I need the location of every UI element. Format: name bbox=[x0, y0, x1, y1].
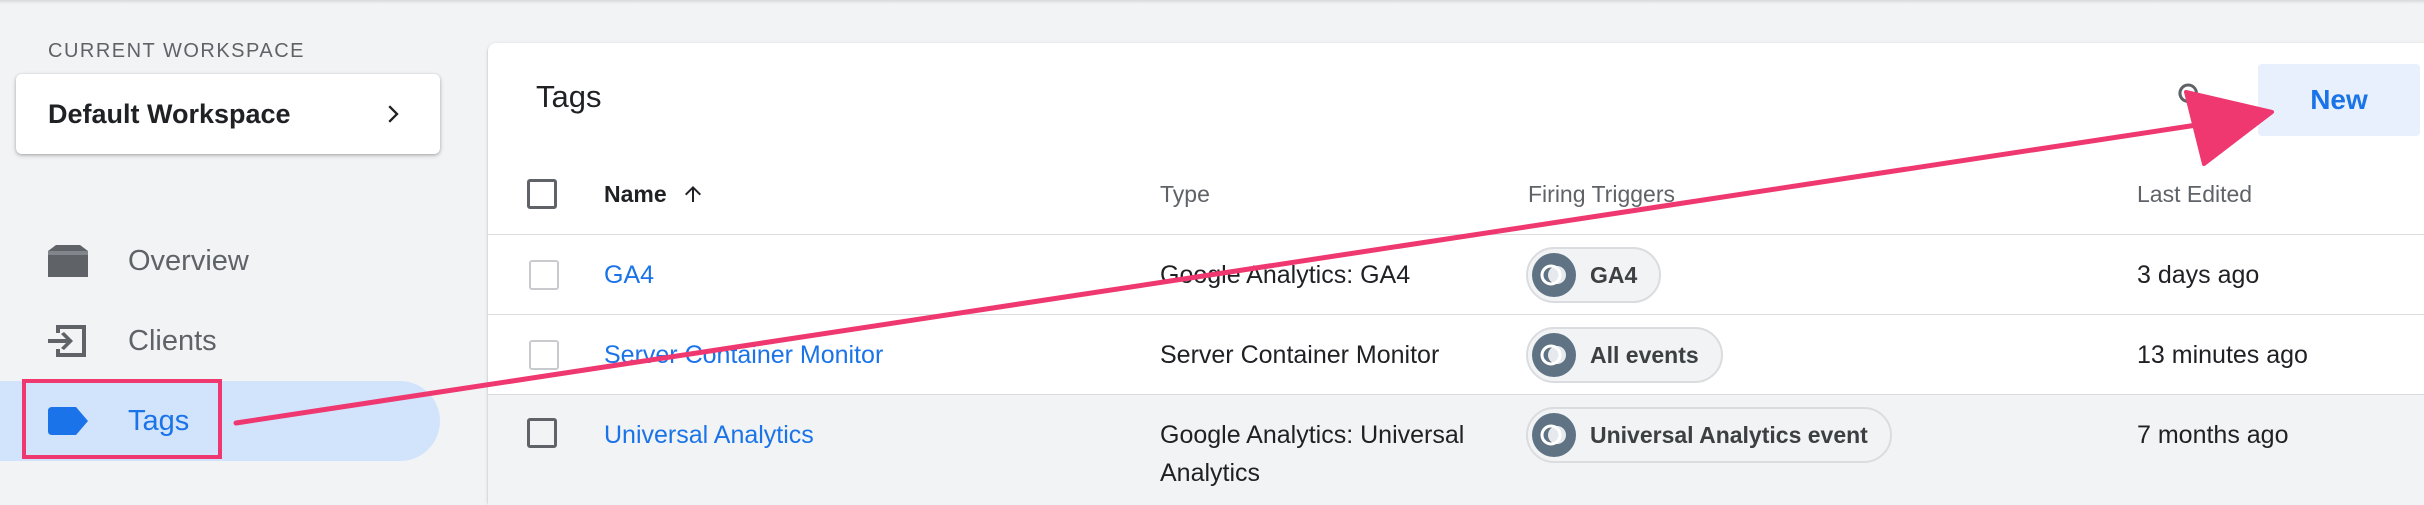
new-button[interactable]: New bbox=[2258, 64, 2420, 136]
tag-type-line1: Google Analytics: Universal bbox=[1160, 421, 1465, 449]
tags-panel: Tags New Name Type Firing Triggers Last … bbox=[488, 43, 2424, 505]
top-shadow bbox=[0, 0, 2424, 4]
tag-type: Google Analytics: GA4 bbox=[1160, 261, 1411, 289]
tag-name-link[interactable]: GA4 bbox=[604, 261, 654, 290]
row-checkbox[interactable] bbox=[527, 418, 557, 448]
trigger-icon bbox=[1532, 333, 1576, 377]
table-row[interactable]: GA4 Google Analytics: GA4 GA4 3 days ago bbox=[488, 235, 2424, 315]
trigger-label: All events bbox=[1590, 341, 1699, 368]
last-edited: 13 minutes ago bbox=[2137, 341, 2308, 369]
trigger-chip[interactable]: All events bbox=[1526, 327, 1723, 383]
workspace-selector[interactable]: Default Workspace bbox=[16, 74, 440, 154]
column-header-last-edited[interactable]: Last Edited bbox=[2137, 181, 2252, 208]
chevron-right-icon bbox=[388, 105, 399, 123]
select-all-checkbox[interactable] bbox=[527, 179, 557, 209]
folder-icon bbox=[48, 245, 88, 277]
workspace-name: Default Workspace bbox=[48, 98, 291, 129]
trigger-chip[interactable]: Universal Analytics event bbox=[1526, 407, 1892, 463]
sidebar-item-label: Overview bbox=[128, 244, 249, 277]
trigger-label: Universal Analytics event bbox=[1590, 421, 1868, 448]
table-row[interactable]: Server Container Monitor Server Containe… bbox=[488, 315, 2424, 395]
sidebar-item-overview[interactable]: Overview bbox=[0, 221, 440, 301]
trigger-icon bbox=[1532, 253, 1576, 297]
row-checkbox[interactable] bbox=[529, 340, 559, 370]
row-checkbox[interactable] bbox=[529, 260, 559, 290]
arrow-up-icon bbox=[685, 186, 702, 202]
column-header-name[interactable]: Name bbox=[604, 181, 705, 208]
workspace-label: CURRENT WORKSPACE bbox=[48, 40, 306, 62]
trigger-label: GA4 bbox=[1590, 261, 1638, 288]
search-icon[interactable] bbox=[2174, 79, 2210, 115]
trigger-icon bbox=[1532, 413, 1576, 457]
trigger-chip[interactable]: GA4 bbox=[1526, 247, 1662, 303]
column-header-triggers[interactable]: Firing Triggers bbox=[1528, 181, 1675, 208]
tag-name-link[interactable]: Universal Analytics bbox=[604, 421, 814, 450]
tag-type: Server Container Monitor bbox=[1160, 341, 1440, 369]
tag-name-link[interactable]: Server Container Monitor bbox=[604, 341, 883, 370]
table-row[interactable]: Universal Analytics Google Analytics: Un… bbox=[488, 395, 2424, 505]
annotation-highlight-box bbox=[22, 379, 222, 459]
login-icon bbox=[48, 325, 86, 357]
sidebar-item-label: Clients bbox=[128, 324, 217, 357]
last-edited: 3 days ago bbox=[2137, 261, 2260, 289]
tag-type-line2: Analytics bbox=[1160, 459, 1261, 487]
column-header-type[interactable]: Type bbox=[1160, 181, 1210, 208]
sidebar-item-clients[interactable]: Clients bbox=[0, 301, 440, 381]
last-edited: 7 months ago bbox=[2137, 421, 2289, 449]
page-title: Tags bbox=[536, 79, 602, 114]
column-header-name-label: Name bbox=[604, 181, 667, 207]
